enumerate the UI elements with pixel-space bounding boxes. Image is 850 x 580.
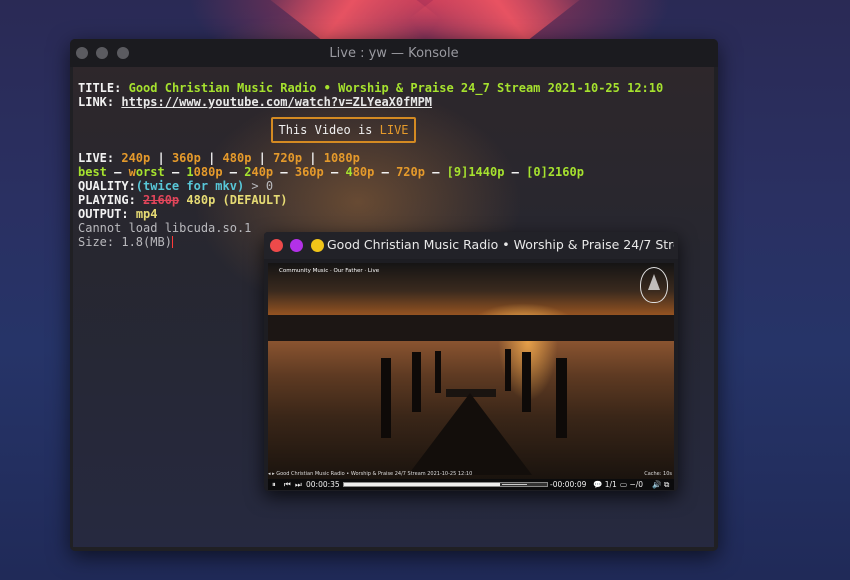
pier-post: [381, 358, 391, 438]
size-line: Size: 1.8(MB): [78, 235, 173, 249]
osc-control-bar: ⏸ ⏮ ⏭ 00:00:35 -00:00:09 💬 1/1 ▭ −/0 🔊 ⧉: [268, 479, 674, 490]
osc-cache: Cache: 10s: [644, 471, 672, 477]
previous-icon[interactable]: ⏮: [284, 480, 291, 490]
video-overlay-text: Community Music · Our Father · Live: [279, 268, 380, 274]
osc-title: ◂ ▸ Good Christian Music Radio • Worship…: [268, 471, 473, 477]
seek-bar[interactable]: [343, 482, 548, 487]
elapsed-time[interactable]: 00:00:35: [306, 480, 340, 489]
error-line: Cannot load libcuda.so.1: [78, 221, 252, 235]
fullscreen-icon[interactable]: ⧉: [664, 480, 669, 490]
pier-post: [435, 351, 441, 393]
mpv-titlebar[interactable]: Good Christian Music Radio • Worship & P…: [264, 232, 678, 259]
pier-post: [505, 349, 511, 391]
next-icon[interactable]: ⏭: [295, 480, 302, 490]
pier-post: [556, 358, 567, 438]
channel-logo-icon: [640, 267, 668, 303]
live-status-box: This Video is LIVE: [271, 117, 416, 143]
play-pause-icon[interactable]: ⏸: [272, 480, 276, 490]
pier-post: [412, 352, 421, 412]
subtitle-track-icon[interactable]: ▭ −/0: [620, 480, 643, 489]
text-cursor: [171, 236, 173, 248]
osc-title-row: ◂ ▸ Good Christian Music Radio • Worship…: [268, 470, 674, 479]
konsole-title: Live : yw — Konsole: [329, 46, 459, 61]
title-line: TITLE: Good Christian Music Radio • Wors…: [78, 81, 664, 95]
video-pier: [408, 393, 532, 475]
tree-icon: [648, 274, 660, 290]
playing-line: PLAYING: 2160p 480p (DEFAULT): [78, 193, 288, 207]
quality-prompt-line: QUALITY:(twice for mkv) > 0: [78, 179, 274, 193]
video-frame[interactable]: Community Music · Our Father · Live: [268, 263, 674, 479]
video-mountains: [268, 315, 674, 343]
pier-post: [522, 352, 531, 412]
konsole-titlebar[interactable]: Live : yw — Konsole: [70, 39, 718, 67]
mpv-close-button[interactable]: [270, 239, 283, 252]
output-line: OUTPUT: mp4: [78, 207, 158, 221]
quality-options-line: best – worst – 1080p – 240p – 360p – 480…: [78, 165, 584, 179]
mpv-player-window: Good Christian Music Radio • Worship & P…: [264, 232, 678, 491]
volume-icon[interactable]: 🔊: [652, 480, 661, 489]
link-line: LINK: https://www.youtube.com/watch?v=ZL…: [78, 95, 433, 109]
mpv-minimize-button[interactable]: [311, 239, 324, 252]
chapter-indicator[interactable]: 💬 1/1: [593, 480, 617, 489]
live-qualities-line: LIVE: 240p | 360p | 480p | 720p | 1080p: [78, 151, 360, 165]
mpv-title: Good Christian Music Radio • Worship & P…: [327, 237, 674, 252]
seek-bar-buffer: [502, 484, 527, 485]
seek-bar-progress: [344, 483, 501, 486]
video-link[interactable]: https://www.youtube.com/watch?v=ZLYeaX0f…: [121, 95, 432, 109]
mpv-maximize-button[interactable]: [290, 239, 303, 252]
remaining-time[interactable]: -00:00:09: [550, 480, 586, 489]
